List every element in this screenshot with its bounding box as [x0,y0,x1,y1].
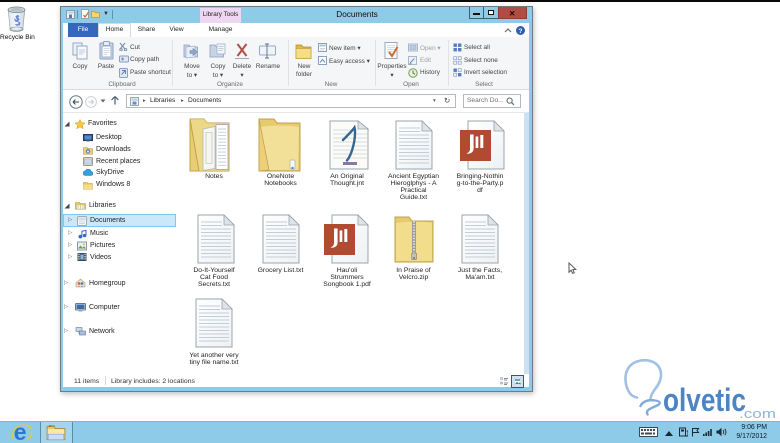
svg-text:.com: .com [739,406,776,420]
svg-text:olvetic: olvetic [663,382,746,418]
